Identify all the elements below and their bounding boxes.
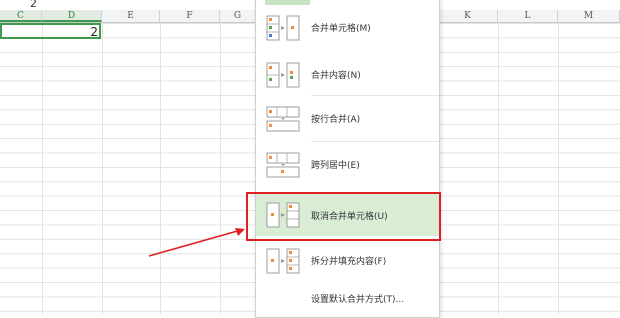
merge-content-icon — [266, 62, 300, 88]
column-header-m[interactable]: M — [558, 10, 620, 22]
menu-top-highlight — [265, 0, 310, 5]
column-header-g[interactable]: G — [220, 10, 256, 22]
split-fill-icon — [266, 248, 300, 274]
menu-item-label: 合并内容(N) — [311, 71, 361, 81]
menu-item-set-default-merge[interactable]: 设置默认合并方式(T)... — [256, 285, 439, 311]
column-header-c[interactable]: C — [0, 10, 42, 22]
menu-item-center-across[interactable]: 跨列居中(E) — [256, 147, 439, 183]
menu-item-label: 跨列居中(E) — [311, 161, 360, 171]
menu-item-merge-cells[interactable]: 合并单元格(M) — [256, 10, 439, 46]
column-header-k[interactable]: K — [438, 10, 498, 22]
merge-dropdown-menu: 合并单元格(M) 合并内容(N) 按行合并(A) 跨列居中(E) 取消合并单元格… — [255, 0, 440, 318]
menu-item-label: 设置默认合并方式(T)... — [311, 295, 405, 305]
menu-item-merge-by-row[interactable]: 按行合并(A) — [256, 101, 439, 137]
column-header-f[interactable]: F — [160, 10, 220, 22]
cell-value: 2 — [90, 25, 98, 39]
merge-by-row-icon — [266, 106, 300, 132]
column-header-e[interactable]: E — [102, 10, 160, 22]
center-across-icon — [266, 152, 300, 178]
menu-item-merge-content[interactable]: 合并内容(N) — [256, 57, 439, 93]
annotation-highlight-box — [246, 192, 441, 241]
menu-item-label: 按行合并(A) — [311, 115, 361, 125]
menu-item-label: 拆分并填充内容(F) — [311, 257, 387, 267]
merge-cells-icon — [266, 15, 300, 41]
menu-item-split-fill[interactable]: 拆分并填充内容(F) — [256, 243, 439, 279]
annotation-arrow-icon — [148, 228, 245, 257]
column-header-l[interactable]: L — [498, 10, 558, 22]
column-header-d[interactable]: D — [42, 10, 102, 22]
menu-item-label: 合并单元格(M) — [311, 24, 371, 34]
formula-input[interactable]: 2 — [30, 0, 37, 9]
